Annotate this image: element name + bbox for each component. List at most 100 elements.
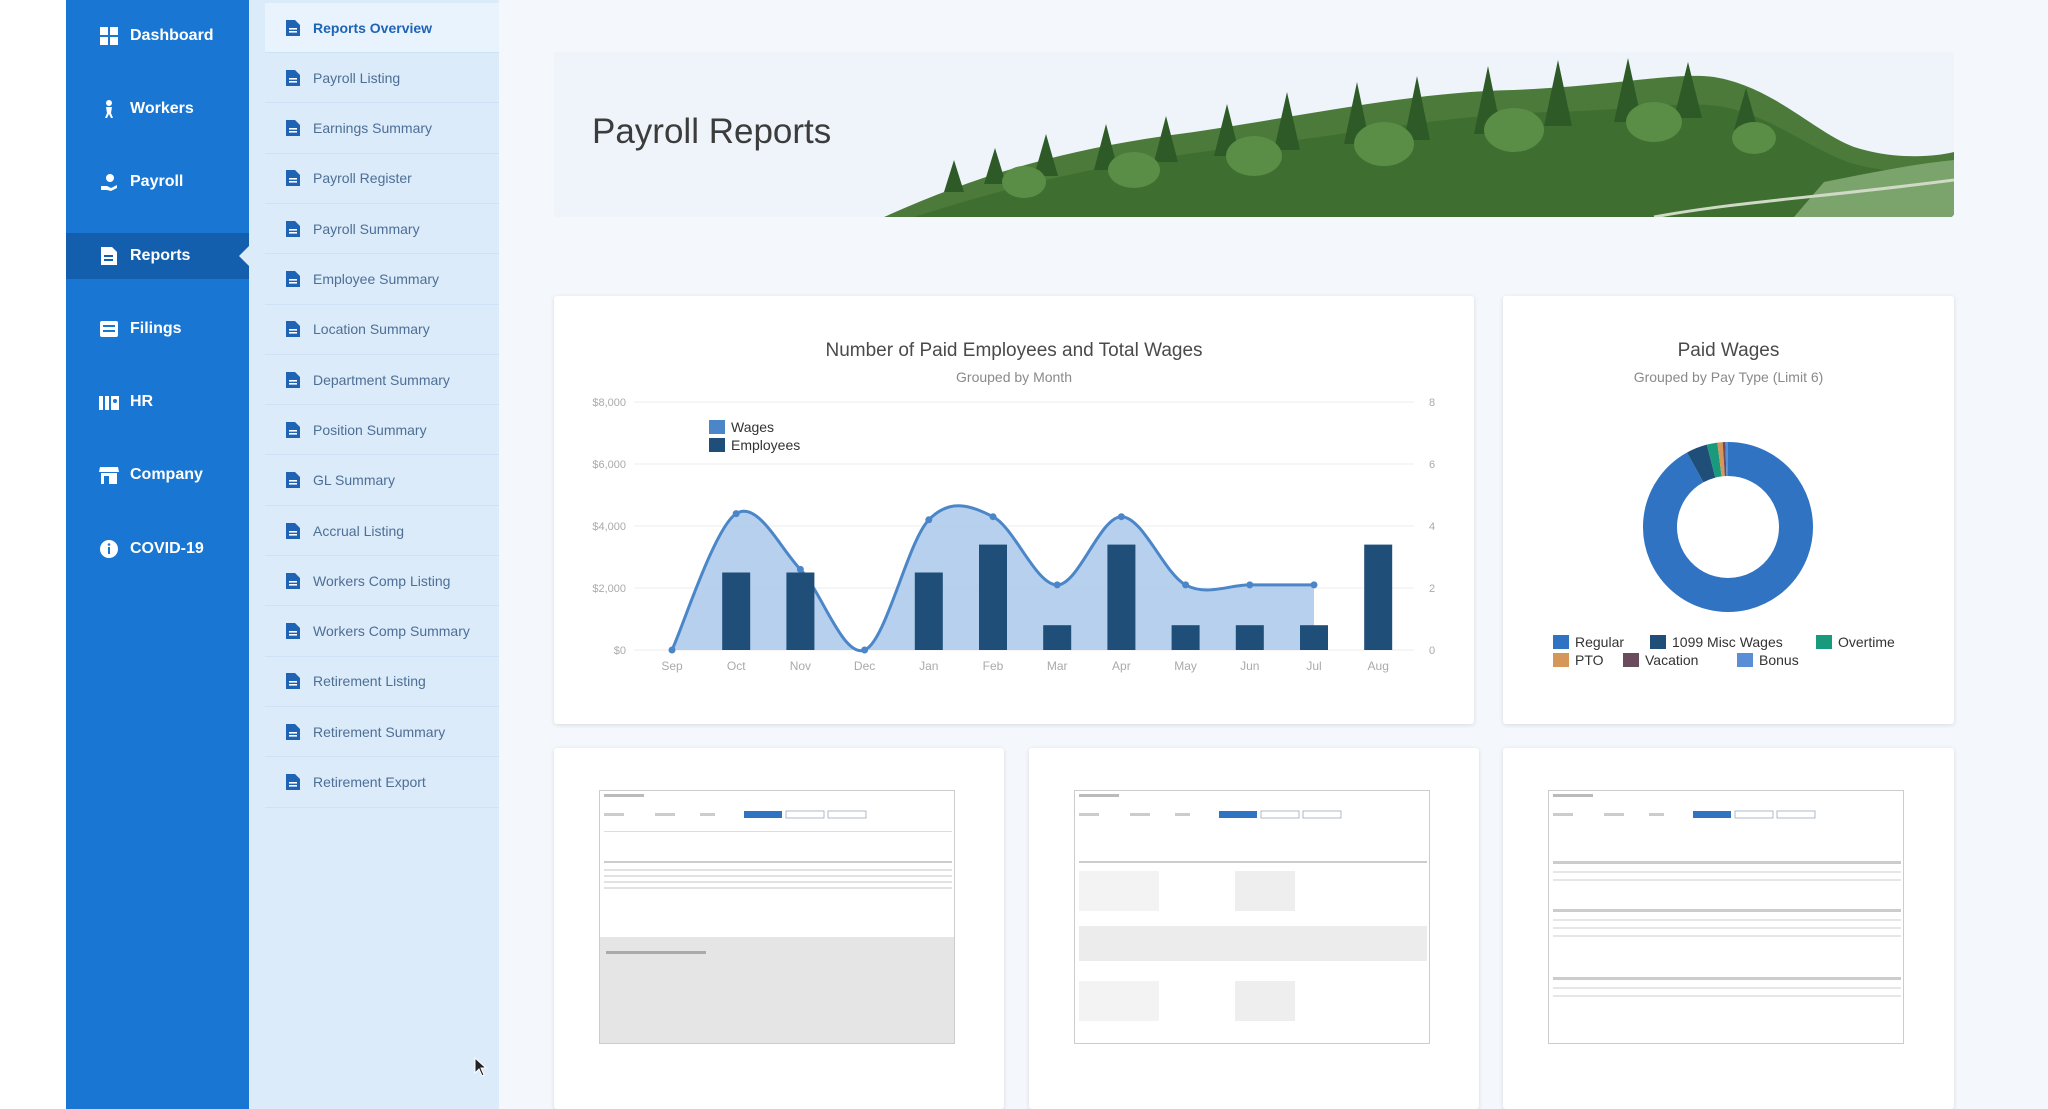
nav-item-covid[interactable]: COVID-19 [66, 526, 249, 572]
document-icon [286, 19, 300, 36]
legend-vacation: Vacation [1623, 652, 1698, 668]
submenu-item[interactable]: Earnings Summary [265, 104, 499, 154]
legend-swatch [1553, 635, 1569, 649]
legend-swatch-wages [709, 420, 725, 434]
x-tick-label: Jan [919, 659, 938, 673]
x-tick-label: Oct [727, 659, 746, 673]
report-thumbnail [1074, 790, 1430, 1044]
wages-point [1053, 581, 1061, 589]
nav-label: Company [130, 466, 203, 483]
document-icon [286, 371, 300, 388]
document-icon [286, 723, 300, 740]
submenu-item[interactable]: Workers Comp Listing [265, 556, 499, 607]
x-tick-label: Mar [1047, 659, 1068, 673]
legend-label: Bonus [1759, 652, 1799, 668]
mouse-cursor [474, 1056, 488, 1082]
submenu-item-label: Earnings Summary [313, 120, 433, 137]
legend-label: Overtime [1838, 634, 1895, 650]
nav-label: Filings [130, 320, 182, 337]
employees-bar [914, 572, 943, 650]
x-tick-label: Jul [1306, 659, 1321, 673]
legend-bonus: Bonus [1737, 652, 1799, 668]
report-preview-card[interactable] [554, 748, 1004, 1109]
x-tick-label: Apr [1112, 659, 1131, 673]
legend-employees: Employees [709, 437, 800, 453]
wages-point [861, 646, 869, 654]
wages-point [1182, 581, 1190, 589]
submenu-item[interactable]: Retirement Summary [265, 707, 499, 758]
x-tick-label: Sep [661, 659, 683, 673]
nav-item-company[interactable]: Company [66, 452, 249, 498]
submenu-item[interactable]: GL Summary [265, 456, 499, 506]
employees-bar [786, 572, 815, 650]
employees-bar [1107, 544, 1136, 650]
submenu-item-label: Workers Comp Listing [313, 572, 451, 589]
x-tick-label: Jun [1240, 659, 1259, 673]
nav-item-filings[interactable]: Filings [66, 306, 249, 352]
legend-label: 1099 Misc Wages [1672, 634, 1783, 650]
report-preview-card[interactable] [1503, 748, 1954, 1109]
document-icon [286, 170, 300, 187]
employees-bar [979, 544, 1007, 650]
employees-bar [1364, 544, 1393, 650]
submenu-item-label: Department Summary [313, 371, 450, 388]
employees-bar [1043, 625, 1072, 650]
y-right-tick-label: 2 [1429, 583, 1435, 595]
nav-item-payroll[interactable]: Payroll [66, 159, 249, 205]
legend-overtime: Overtime [1816, 634, 1895, 650]
document-icon [286, 220, 300, 237]
y-left-tick-label: $8,000 [592, 397, 626, 409]
nav-label: Dashboard [130, 27, 214, 44]
report-preview-card[interactable] [1029, 748, 1479, 1109]
document-icon [286, 421, 300, 438]
submenu-item-label: Location Summary [313, 321, 430, 338]
y-right-tick-label: 6 [1429, 459, 1435, 471]
submenu-item-label: Payroll Listing [313, 69, 401, 86]
wages-point [989, 513, 997, 521]
y-left-tick-label: $2,000 [592, 583, 626, 595]
x-tick-label: Dec [854, 659, 875, 673]
wages-point [925, 516, 933, 524]
submenu-item[interactable]: Accrual Listing [265, 506, 499, 556]
nav-item-dashboard[interactable]: Dashboard [66, 13, 249, 59]
submenu-item[interactable]: Location Summary [265, 305, 499, 355]
wages-point [1117, 513, 1125, 521]
submenu-item[interactable]: Reports Overview [265, 3, 499, 53]
legend-wages: Wages [709, 419, 774, 435]
document-icon [286, 271, 300, 287]
nav-item-workers[interactable]: Workers [66, 86, 249, 132]
submenu-item-label: Retirement Export [313, 774, 426, 790]
nav-label: COVID-19 [130, 540, 204, 557]
report-thumbnail-image [1075, 791, 1429, 1043]
legend-swatch [1816, 635, 1832, 649]
wages-point [732, 510, 740, 518]
wages-point [1310, 581, 1318, 589]
legend-swatch-employees [709, 438, 725, 452]
submenu-item[interactable]: Retirement Export [265, 758, 499, 808]
primary-nav: Dashboard Workers Payroll Reports Filing… [66, 0, 250, 1109]
legend-swatch [1623, 653, 1639, 667]
submenu-item[interactable]: Retirement Listing [265, 657, 499, 707]
x-tick-label: Nov [790, 659, 811, 673]
submenu-item[interactable]: Payroll Summary [265, 204, 499, 255]
nav-label: Reports [130, 247, 191, 264]
submenu-item[interactable]: Position Summary [265, 405, 499, 456]
donut-slice [1643, 442, 1813, 612]
submenu-item[interactable]: Department Summary [265, 355, 499, 406]
nav-item-hr[interactable]: HR [66, 379, 249, 425]
report-thumbnail-image [600, 791, 954, 1043]
nav-item-reports[interactable]: Reports [66, 233, 250, 279]
submenu-item[interactable]: Employee Summary [265, 255, 499, 305]
submenu-item[interactable]: Payroll Register [265, 154, 499, 204]
document-icon [286, 69, 300, 86]
document-icon [286, 321, 300, 338]
hr-icon [98, 391, 120, 413]
submenu-item[interactable]: Workers Comp Summary [265, 607, 499, 657]
donut-slice [1706, 442, 1722, 478]
submenu-item-label: Position Summary [313, 421, 427, 438]
donut-slice [1687, 444, 1716, 483]
y-right-tick-label: 4 [1429, 521, 1435, 533]
money-hand-icon [98, 171, 120, 193]
x-tick-label: Feb [983, 659, 1004, 673]
submenu-item[interactable]: Payroll Listing [265, 53, 499, 104]
